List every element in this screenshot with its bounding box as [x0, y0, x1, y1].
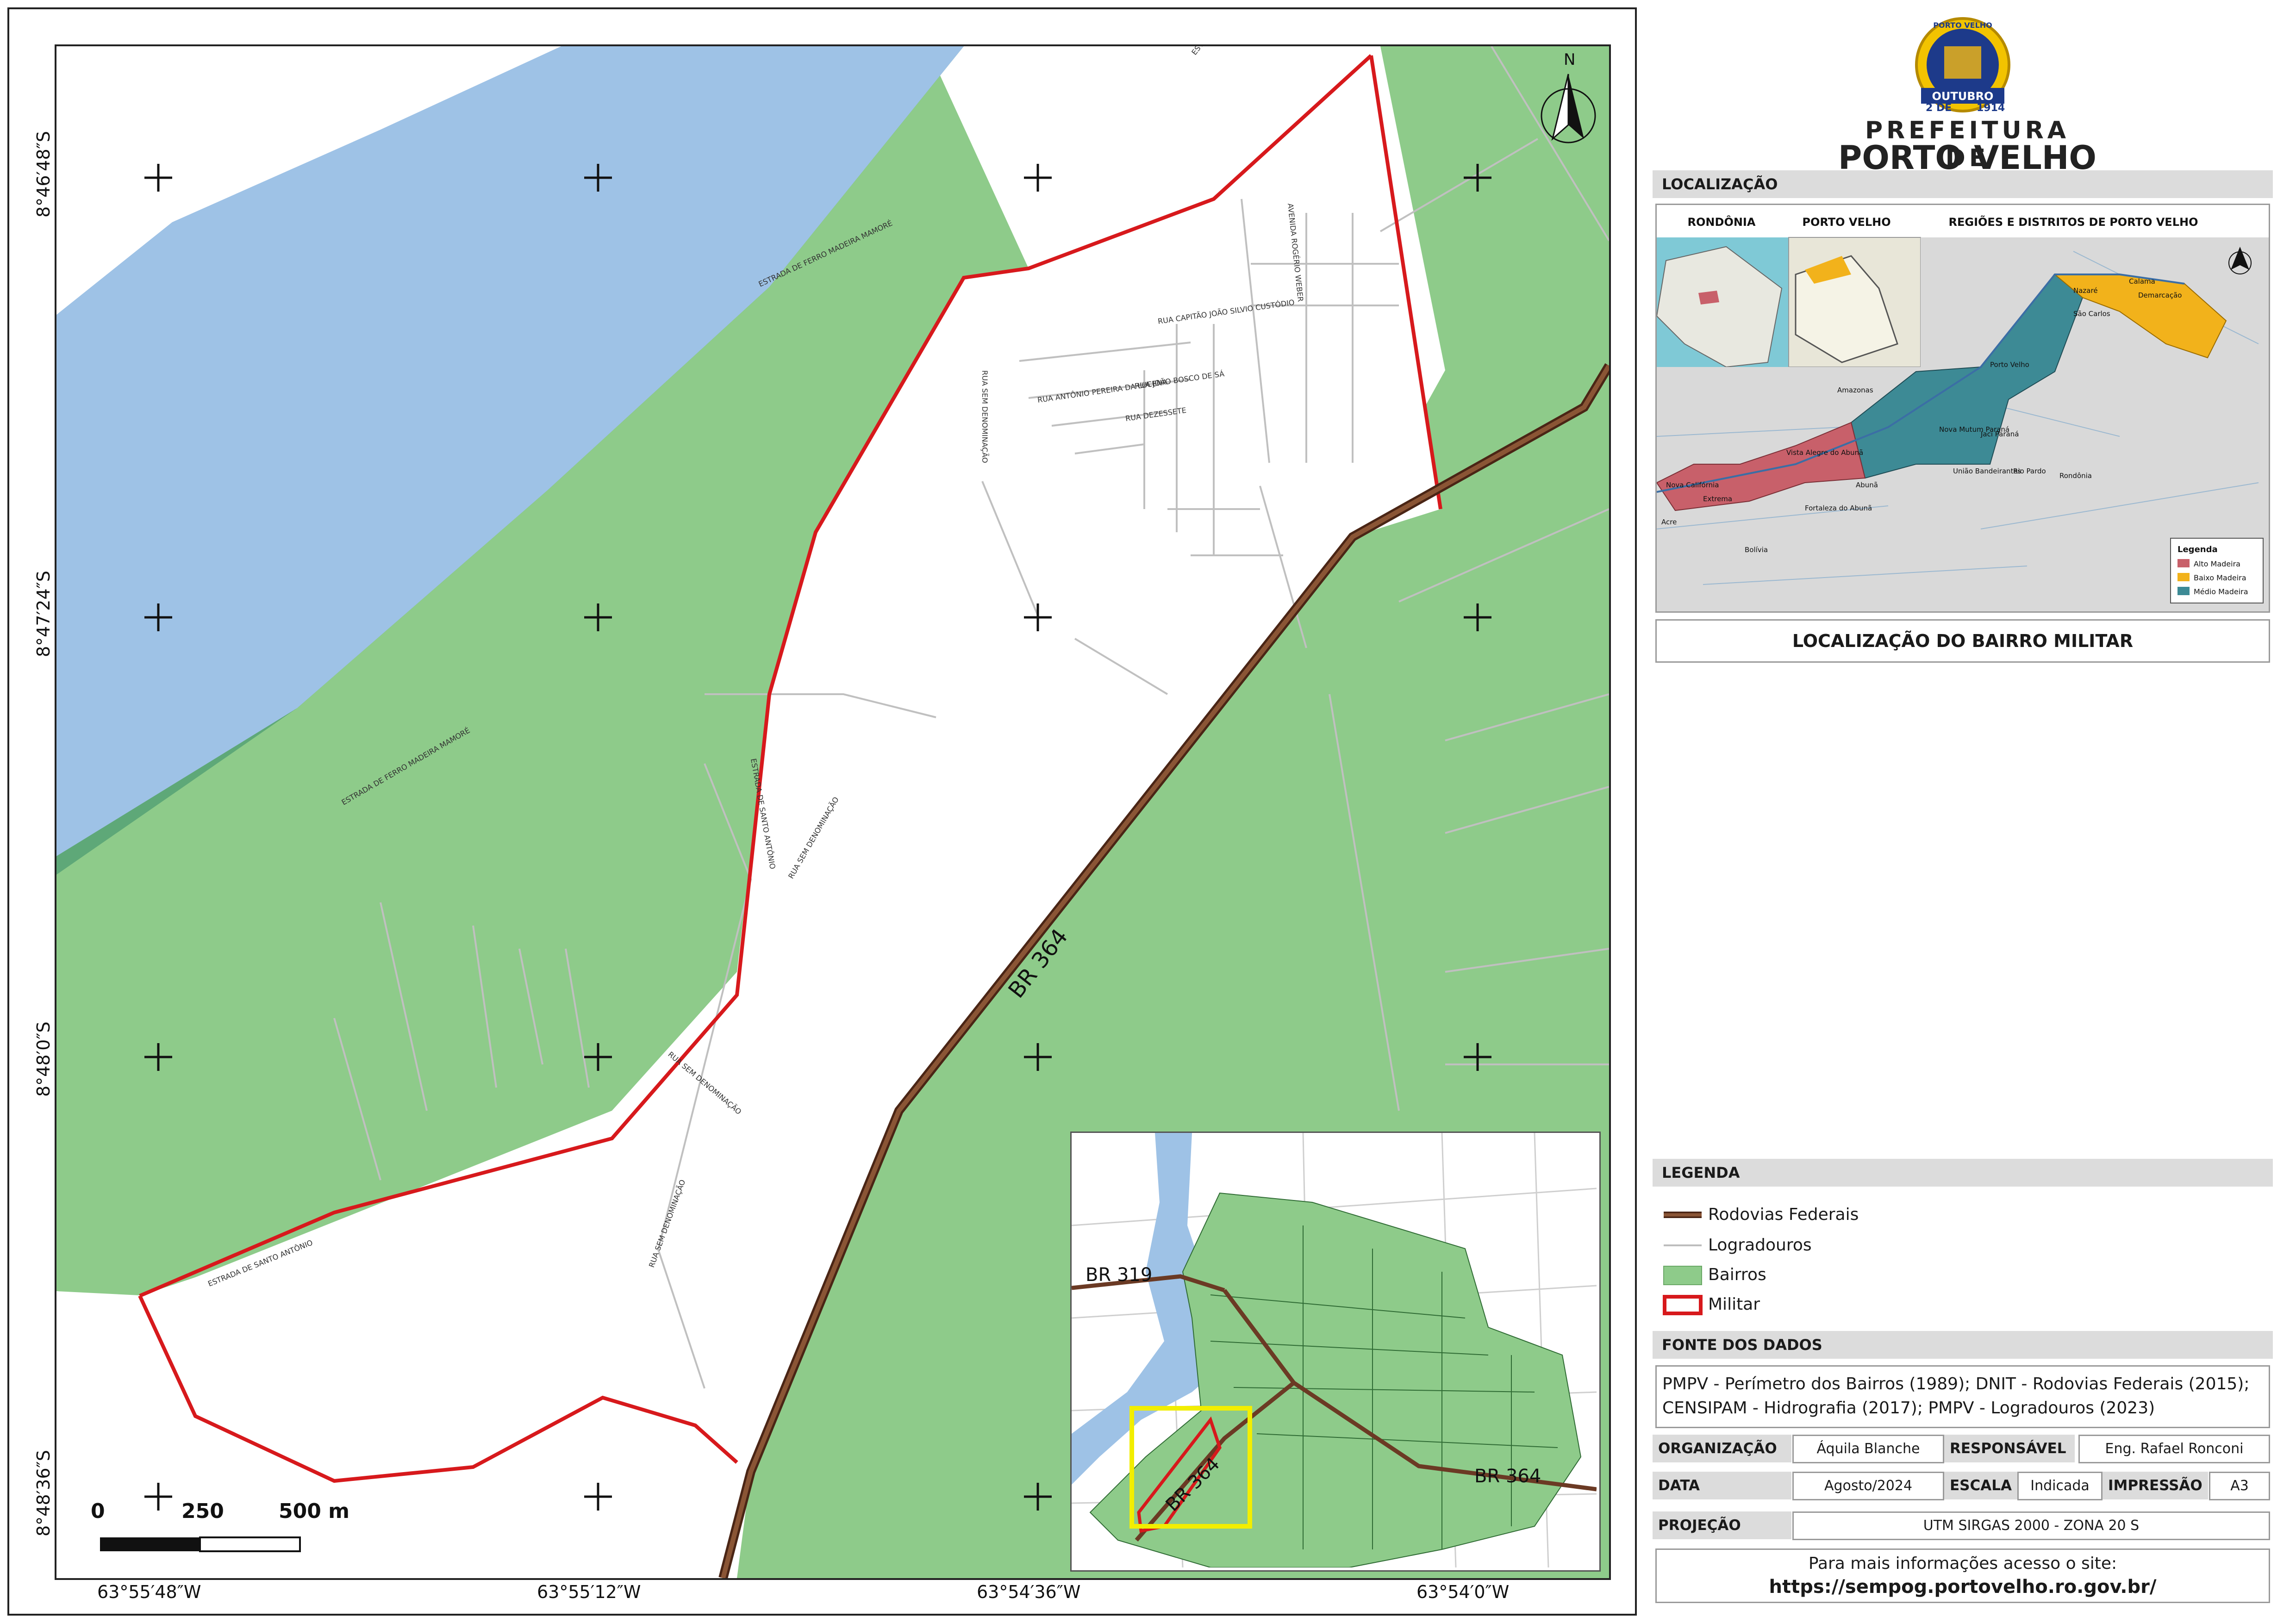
footer-box: Para mais informações acesso o site: htt…: [1655, 1548, 2270, 1603]
location-map-panel: RONDÔNIA PORTO VELHO REGIÕES E DISTRITOS…: [1655, 204, 2270, 613]
svg-text:Legenda: Legenda: [2177, 545, 2218, 554]
data-value: Agosto/2024: [1792, 1472, 1944, 1500]
svg-text:União Bandeirantes: União Bandeirantes: [1953, 467, 2021, 475]
svg-text:Demarcação: Demarcação: [2138, 291, 2182, 299]
lon-label: 63°54′36″W: [977, 1582, 1081, 1602]
escala-label: ESCALA: [1944, 1472, 2018, 1499]
lat-label: 8°48′36″S: [33, 1450, 54, 1536]
panel-title: RONDÔNIA: [1688, 215, 1756, 229]
legend-item-logradouros: Logradouros: [1662, 1234, 2264, 1257]
svg-text:Nazaré: Nazaré: [2073, 286, 2098, 295]
inset-br319-label: BR 319: [1086, 1264, 1152, 1286]
lon-label: 63°55′12″W: [537, 1582, 641, 1602]
legend-item-rodovias: Rodovias Federais: [1662, 1203, 2264, 1226]
svg-text:1914: 1914: [1977, 102, 2005, 114]
svg-text:500 m: 500 m: [279, 1499, 349, 1523]
svg-text:Calama: Calama: [2129, 277, 2155, 286]
svg-text:Extrema: Extrema: [1703, 495, 1732, 503]
svg-text:Acre: Acre: [1661, 518, 1677, 526]
organizacao-value: Áquila Blanche: [1792, 1435, 1944, 1463]
inset-br364-label: BR 364: [1474, 1466, 1541, 1487]
legend-item-bairros: Bairros: [1662, 1263, 2264, 1287]
lon-label: 63°55′48″W: [97, 1582, 201, 1602]
svg-text:Médio Madeira: Médio Madeira: [2194, 587, 2248, 596]
red-outline-icon: [1663, 1295, 1703, 1315]
street-line-icon: [1664, 1244, 1702, 1246]
svg-text:PORTO VELHO: PORTO VELHO: [1933, 21, 1992, 30]
svg-text:Alto Madeira: Alto Madeira: [2194, 560, 2240, 568]
prefeitura-logo: OUTUBRO 2 DE 1914 PORTO VELHO PREFEITURA…: [1805, 14, 2129, 177]
impressao-label: IMPRESSÃO: [2103, 1472, 2208, 1499]
projecao-label: PROJEÇÃO: [1653, 1511, 1791, 1539]
impressao-value: A3: [2209, 1472, 2270, 1500]
svg-text:Fortaleza do Abunã: Fortaleza do Abunã: [1805, 504, 1872, 512]
responsavel-value: Eng. Rafael Ronconi: [2078, 1435, 2270, 1463]
svg-text:0: 0: [91, 1499, 105, 1523]
lat-label: 8°46′48″S: [33, 131, 54, 218]
organizacao-label: ORGANIZAÇÃO: [1653, 1435, 1791, 1462]
legend-item-militar: Militar: [1662, 1293, 2264, 1316]
svg-text:Baixo Madeira: Baixo Madeira: [2194, 573, 2246, 582]
main-map[interactable]: BR 364 ESTRADA DE SANTO ANTÔNIO RUA SEM …: [55, 44, 1611, 1580]
svg-text:Amazonas: Amazonas: [1837, 386, 1873, 394]
fonte-header: FONTE DOS DADOS: [1653, 1331, 2273, 1359]
localizacao-header: LOCALIZAÇÃO: [1653, 170, 2273, 198]
footer-line1: Para mais informações acesso o site:: [1808, 1554, 2117, 1573]
legenda-header: LEGENDA: [1653, 1159, 2273, 1187]
svg-text:Jaci Paraná: Jaci Paraná: [1980, 430, 2019, 438]
svg-text:Rio Pardo: Rio Pardo: [2013, 467, 2046, 475]
panel-title: PORTO VELHO: [1802, 216, 1890, 229]
lat-label: 8°48′0″S: [33, 1021, 54, 1097]
green-fill-icon: [1663, 1266, 1702, 1285]
road-line-icon: [1664, 1212, 1702, 1218]
data-label: DATA: [1653, 1472, 1791, 1499]
fonte-text: PMPV - Perímetro dos Bairros (1989); DNI…: [1655, 1365, 2270, 1428]
svg-text:São Carlos: São Carlos: [2073, 310, 2110, 318]
svg-text:Abunã: Abunã: [1856, 481, 1878, 489]
lat-label: 8°47′24″S: [33, 571, 54, 657]
panel-title: REGIÕES E DISTRITOS DE PORTO VELHO: [1949, 215, 2198, 229]
projecao-value: UTM SIRGAS 2000 - ZONA 20 S: [1792, 1511, 2270, 1540]
svg-text:Rondônia: Rondônia: [2059, 472, 2092, 480]
svg-text:250: 250: [181, 1499, 224, 1523]
svg-text:Bolívia: Bolívia: [1745, 546, 1768, 554]
svg-text:N: N: [1564, 50, 1575, 69]
svg-text:Nova Califórnia: Nova Califórnia: [1666, 481, 1719, 489]
overview-inset: BR 319 BR 364 BR 364: [1070, 1132, 1601, 1572]
location-caption: LOCALIZAÇÃO DO BAIRRO MILITAR: [1655, 619, 2270, 663]
lon-label: 63°54′0″W: [1416, 1582, 1510, 1602]
svg-text:Porto Velho: Porto Velho: [1990, 361, 2029, 369]
region-legend: Legenda Alto Madeira Baixo Madeira Médio…: [2170, 538, 2264, 603]
street-label: RUA SEM DENOMINAÇÃO: [980, 370, 989, 463]
responsavel-label: RESPONSÁVEL: [1944, 1435, 2075, 1462]
svg-text:OUTUBRO: OUTUBRO: [1932, 90, 1994, 103]
svg-text:2 DE: 2 DE: [1926, 102, 1952, 114]
footer-link[interactable]: https://sempog.portovelho.ro.gov.br/: [1657, 1575, 2269, 1599]
svg-text:Vista Alegre do Abunã: Vista Alegre do Abunã: [1786, 448, 1863, 457]
escala-value: Indicada: [2017, 1472, 2103, 1500]
